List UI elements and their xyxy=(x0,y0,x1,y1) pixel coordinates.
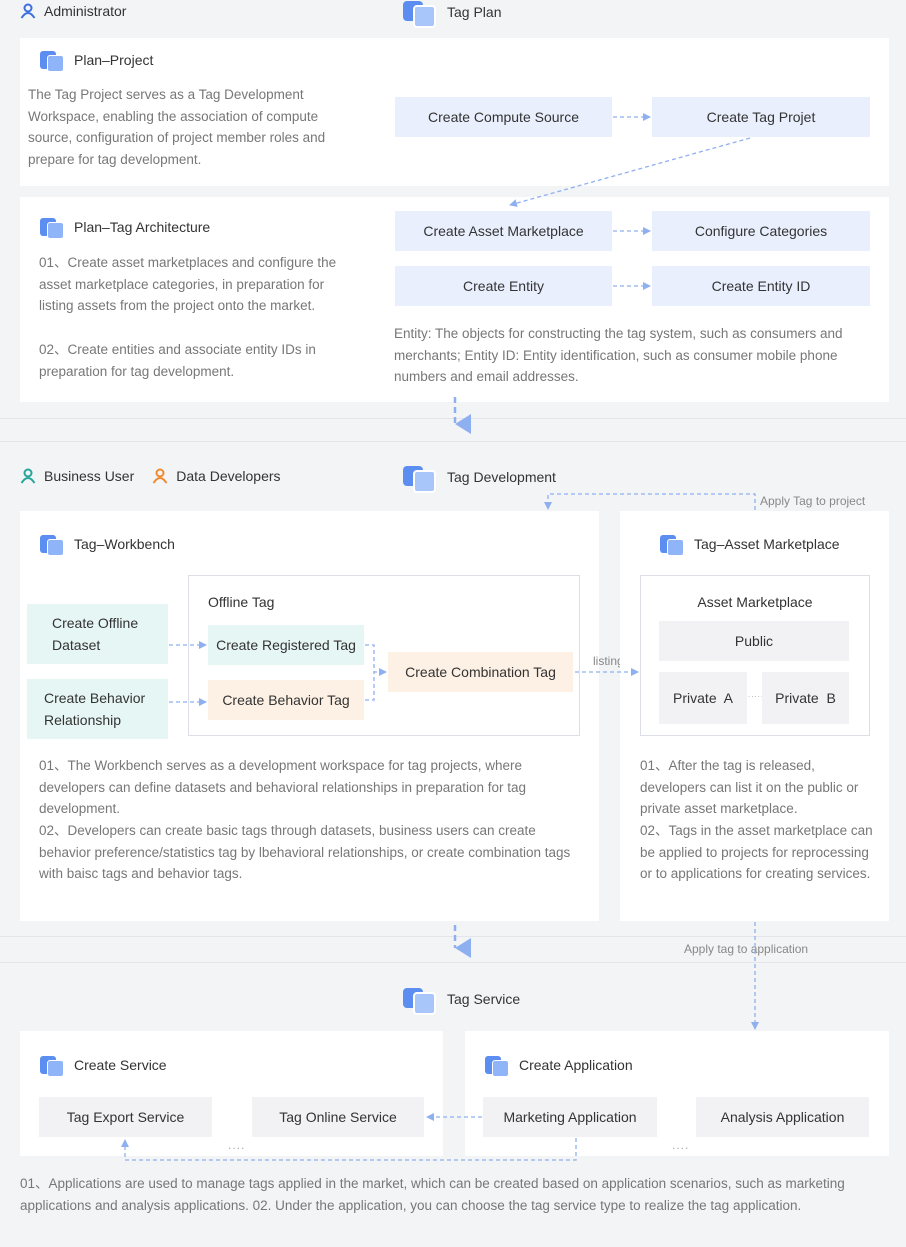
tag-service-title: Tag Service xyxy=(403,985,521,1015)
create-tag-project-box: Create Tag Projet xyxy=(652,97,870,137)
marketplace-description-1: 01、After the tag is released, developers… xyxy=(640,758,859,817)
plan-architecture-description-1: 01、Create asset marketplaces and configu… xyxy=(39,255,337,314)
private-a-box: Private A xyxy=(659,672,747,724)
marketplace-icon xyxy=(660,533,684,556)
create-combination-tag-box: Create Combination Tag xyxy=(388,652,573,692)
tag-development-icon xyxy=(403,464,436,493)
tag-plan-icon xyxy=(403,0,436,28)
create-offline-dataset-box: Create Offline Dataset xyxy=(27,604,168,664)
tag-development-label: Tag Development xyxy=(447,469,556,485)
private-b-box: Private B xyxy=(762,672,849,724)
workbench-description-1: 01、The Workbench serves as a development… xyxy=(39,758,527,817)
business-user-role: Business User xyxy=(20,468,134,484)
analysis-application-box: Analysis Application xyxy=(696,1097,869,1137)
create-asset-marketplace-box: Create Asset Marketplace xyxy=(395,211,612,251)
plan-project-label: Plan–Project xyxy=(74,52,154,68)
service-icon xyxy=(40,1054,64,1077)
workbench-label: Tag–Workbench xyxy=(74,536,175,552)
user-icon xyxy=(20,468,36,484)
tag-online-service-box: Tag Online Service xyxy=(252,1097,424,1137)
create-entity-id-box: Create Entity ID xyxy=(652,266,870,306)
service-description: 01、Applications are used to manage tags … xyxy=(20,1176,845,1213)
tag-service-icon xyxy=(403,986,436,1015)
create-service-title: Create Service xyxy=(40,1053,167,1077)
plan-architecture-label: Plan–Tag Architecture xyxy=(74,219,211,235)
user-icon xyxy=(152,468,168,484)
marketplace-title: Tag–Asset Marketplace xyxy=(660,532,840,556)
administrator-label: Administrator xyxy=(44,3,127,19)
create-compute-source-box: Create Compute Source xyxy=(395,97,612,137)
user-icon xyxy=(20,3,36,19)
business-user-label: Business User xyxy=(44,468,135,484)
create-behavior-relationship-box: Create Behavior Relationship xyxy=(27,679,168,739)
plan-architecture-title: Plan–Tag Architecture xyxy=(40,215,210,239)
plan-project-description: The Tag Project serves as a Tag Developm… xyxy=(28,87,326,167)
development-roles: Business User Data Developers xyxy=(20,468,281,484)
service-dots: .... xyxy=(228,1138,246,1152)
workbench-icon xyxy=(40,533,64,556)
create-behavior-tag-box: Create Behavior Tag xyxy=(208,680,364,720)
plan-architecture-description-2: 02、Create entities and associate entity … xyxy=(39,342,316,379)
create-service-label: Create Service xyxy=(74,1057,167,1073)
create-application-title: Create Application xyxy=(485,1053,633,1077)
marketing-application-box: Marketing Application xyxy=(483,1097,657,1137)
create-entity-box: Create Entity xyxy=(395,266,612,306)
architecture-icon xyxy=(40,216,64,239)
project-icon xyxy=(40,49,64,72)
asset-marketplace-box-title: Asset Marketplace xyxy=(697,594,813,610)
entity-note: Entity: The objects for constructing the… xyxy=(394,326,843,385)
create-application-label: Create Application xyxy=(519,1057,633,1073)
apply-tag-to-project-label: Apply Tag to project xyxy=(760,494,866,508)
plan-project-title: Plan–Project xyxy=(40,48,153,72)
tag-export-service-box: Tag Export Service xyxy=(39,1097,212,1137)
tag-plan-label: Tag Plan xyxy=(447,4,502,20)
tag-development-title: Tag Development xyxy=(403,463,556,493)
tag-plan-title: Tag Plan xyxy=(403,0,502,28)
data-developers-label: Data Developers xyxy=(176,468,281,484)
public-marketplace-box: Public xyxy=(659,621,849,661)
workbench-title: Tag–Workbench xyxy=(40,532,175,556)
application-icon xyxy=(485,1054,509,1077)
configure-categories-box: Configure Categories xyxy=(652,211,870,251)
marketplace-description-2: 02、Tags in the asset marketplace can be … xyxy=(640,823,873,882)
data-developers-role: Data Developers xyxy=(152,468,281,484)
tag-service-label: Tag Service xyxy=(447,991,521,1007)
workbench-description-2: 02、Developers can create basic tags thro… xyxy=(39,823,571,882)
offline-tag-title: Offline Tag xyxy=(208,594,275,610)
marketplace-label: Tag–Asset Marketplace xyxy=(694,536,840,552)
apply-tag-to-application-label: Apply tag to application xyxy=(684,942,809,956)
create-registered-tag-box: Create Registered Tag xyxy=(208,625,364,665)
administrator-role: Administrator xyxy=(20,3,126,19)
application-dots: .... xyxy=(672,1138,690,1152)
